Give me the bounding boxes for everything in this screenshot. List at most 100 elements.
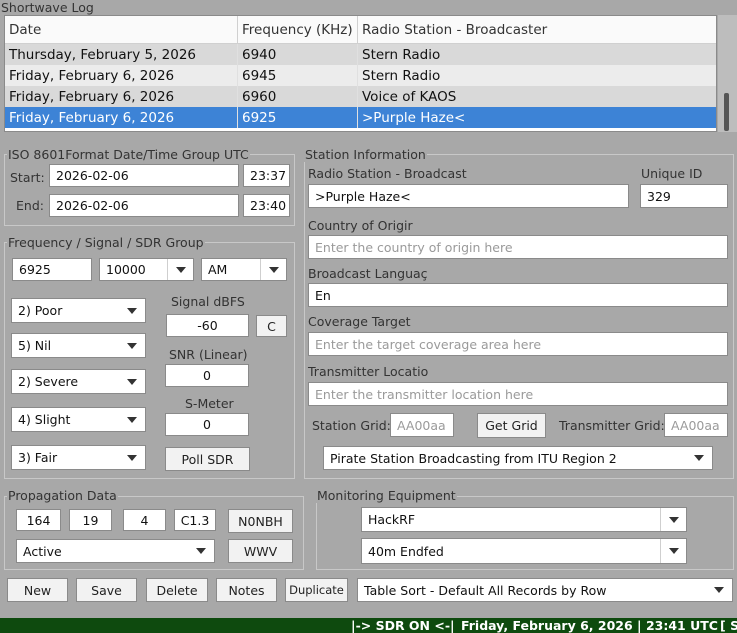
solar-flux-field[interactable]: 164 (16, 509, 61, 531)
column-header-date[interactable]: Date (5, 16, 238, 43)
coverage-field[interactable]: Enter the target coverage area here (308, 332, 728, 356)
chevron-down-icon[interactable] (119, 446, 145, 469)
transmitter-label: Transmitter Locatio (308, 364, 429, 379)
cell-date: Friday, February 6, 2026 (5, 107, 238, 128)
broadcast-field[interactable]: >Purple Haze< (308, 184, 629, 208)
chevron-down-icon[interactable] (686, 447, 712, 469)
chevron-down-icon[interactable] (119, 408, 145, 431)
get-grid-button[interactable]: Get Grid (477, 413, 546, 438)
chevron-down-icon[interactable] (119, 299, 145, 322)
chevron-down-icon[interactable] (188, 540, 214, 562)
transmitter-grid-field[interactable]: AA00aa (664, 413, 728, 437)
geomagnetic-status-select[interactable]: Active (16, 539, 215, 563)
wwv-button[interactable]: WWV (228, 539, 293, 563)
cell-frequency: 6940 (238, 44, 358, 65)
status-bar: |-> SDR ON <-| Friday, February 6, 2026 … (0, 618, 737, 633)
overall-rating-select[interactable]: 3) Fair (11, 445, 146, 470)
k-index-field[interactable]: 4 (123, 509, 166, 531)
column-header-station[interactable]: Radio Station - Broadcaster (358, 16, 716, 43)
column-header-frequency[interactable]: Frequency (KHz) (238, 16, 358, 43)
transmitter-field[interactable]: Enter the transmitter location here (308, 382, 728, 406)
table-row[interactable]: Friday, February 6, 2026 6945 Stern Radi… (5, 65, 716, 86)
cell-station: >Purple Haze< (362, 109, 466, 126)
geomagnetic-status-value: Active (23, 543, 62, 559)
status-datetime: Friday, February 6, 2026 | 23:41 UTC (461, 618, 718, 633)
cell-date: Friday, February 6, 2026 (5, 86, 238, 107)
unique-id-label: Unique ID (641, 166, 703, 181)
coverage-label: Coverage Target (308, 314, 411, 329)
country-field[interactable]: Enter the country of origin here (308, 235, 728, 259)
xray-field[interactable]: C1.3 (174, 509, 216, 531)
propagation-legend: Propagation Data (7, 488, 118, 503)
language-label: Broadcast Languaç (308, 266, 428, 281)
snr-label: SNR (Linear) (169, 347, 248, 362)
delete-button[interactable]: Delete (146, 578, 208, 602)
table-row-selected[interactable]: Friday, February 6, 2026 6925 >Purple Ha… (5, 107, 716, 128)
duplicate-button[interactable]: Duplicate (285, 578, 348, 602)
signal-dbfs-field[interactable]: -60 (166, 314, 249, 337)
table-row[interactable]: Friday, February 6, 2026 6960 Voice of K… (5, 86, 716, 107)
antenna-value: 40m Endfed (368, 543, 444, 559)
itu-region-value: Pirate Station Broadcasting from ITU Reg… (330, 450, 617, 466)
interference-select[interactable]: 5) Nil (11, 333, 146, 358)
smeter-label: S-Meter (185, 396, 234, 411)
n0nbh-button[interactable]: N0NBH (228, 509, 293, 533)
signal-quality-select[interactable]: 2) Poor (11, 298, 146, 323)
station-grid-field[interactable]: AA00aa (390, 413, 454, 437)
antenna-select[interactable]: 40m Endfed (361, 538, 687, 564)
status-trailing: [ S (720, 618, 737, 633)
frequency-legend: Frequency / Signal / SDR Group (7, 235, 205, 250)
frequency-field[interactable]: 6925 (12, 258, 92, 281)
cell-station: Voice of KAOS (362, 88, 457, 105)
table-sort-select[interactable]: Table Sort - Default All Records by Row (357, 578, 733, 602)
end-date-field[interactable]: 2026-02-06 (49, 194, 239, 217)
chevron-down-icon[interactable] (260, 259, 286, 280)
bandwidth-select[interactable]: 10000 (99, 258, 194, 281)
itu-region-select[interactable]: Pirate Station Broadcasting from ITU Reg… (323, 446, 713, 470)
a-index-field[interactable]: 19 (69, 509, 112, 531)
country-label: Country of Origir (308, 218, 413, 233)
snr-field[interactable]: 0 (165, 364, 249, 387)
smeter-field[interactable]: 0 (165, 413, 249, 436)
cell-frequency: 6945 (238, 65, 358, 86)
log-table-header: Date Frequency (KHz) Radio Station - Bro… (5, 16, 716, 44)
end-time-field[interactable]: 23:40 (243, 194, 290, 217)
cell-frequency: 6925 (238, 107, 358, 128)
chevron-down-icon[interactable] (119, 334, 145, 357)
receiver-value: HackRF (368, 512, 416, 527)
monitoring-legend: Monitoring Equipment (316, 488, 457, 503)
log-table-scrollbar[interactable] (718, 15, 737, 132)
chevron-down-icon[interactable] (660, 508, 686, 531)
start-time-field[interactable]: 23:37 (243, 164, 290, 187)
table-sort-value: Table Sort - Default All Records by Row (364, 582, 607, 598)
receiver-select[interactable]: HackRF (361, 507, 687, 532)
chevron-down-icon[interactable] (706, 579, 732, 601)
save-button[interactable]: Save (76, 578, 137, 602)
sdr-status: |-> SDR ON <-| (351, 618, 455, 633)
language-field[interactable]: En (308, 283, 728, 307)
station-grid-label: Station Grid: (312, 418, 391, 433)
mode-select[interactable]: AM (201, 258, 287, 281)
log-table[interactable]: Date Frequency (KHz) Radio Station - Bro… (4, 15, 717, 132)
start-date-field[interactable]: 2026-02-06 (49, 164, 239, 187)
chevron-down-icon[interactable] (167, 259, 193, 280)
cell-date: Thursday, February 5, 2026 (5, 44, 238, 65)
chevron-down-icon[interactable] (660, 539, 686, 563)
new-button[interactable]: New (7, 578, 68, 602)
cell-date: Friday, February 6, 2026 (5, 65, 238, 86)
cell-station: Stern Radio (362, 67, 441, 84)
fading-select[interactable]: 4) Slight (11, 407, 146, 432)
transmitter-grid-label: Transmitter Grid: (559, 418, 665, 433)
unique-id-field[interactable]: 329 (640, 184, 728, 208)
scrollbar-thumb[interactable] (724, 93, 729, 131)
noise-select[interactable]: 2) Severe (11, 369, 146, 394)
signal-calc-button[interactable]: C (256, 315, 287, 337)
table-row[interactable]: Thursday, February 5, 2026 6940 Stern Ra… (5, 44, 716, 65)
poll-sdr-button[interactable]: Poll SDR (165, 447, 250, 471)
start-label: Start: (10, 170, 45, 185)
chevron-down-icon[interactable] (119, 370, 145, 393)
datetime-legend: ISO 8601Format Date/Time Group UTC (7, 147, 250, 162)
station-legend: Station Information (304, 147, 427, 162)
notes-button[interactable]: Notes (216, 578, 277, 602)
broadcast-label: Radio Station - Broadcast (308, 166, 467, 181)
